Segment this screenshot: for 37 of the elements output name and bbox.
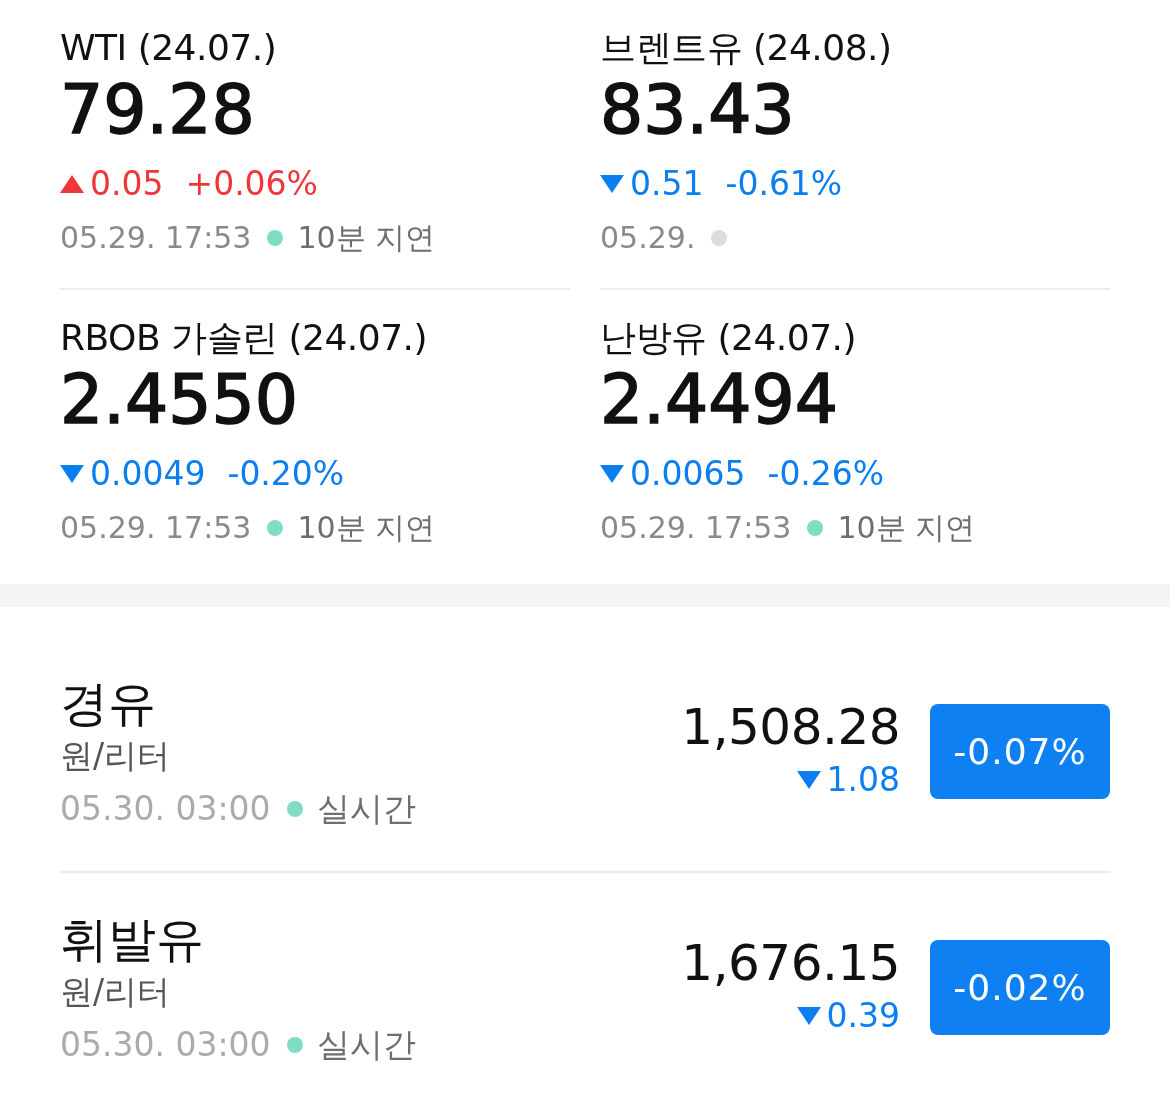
price-value: 79.28 xyxy=(60,72,256,148)
status-label: 실시간 xyxy=(316,788,416,830)
change-value: 0.0065 xyxy=(630,453,746,495)
status-label: 10분 지연 xyxy=(297,219,436,257)
price-value: 2.4550 xyxy=(60,362,299,438)
future-name: RBOB 가솔린 (24.07.) xyxy=(60,316,429,360)
change-value: 0.0049 xyxy=(90,453,206,495)
change-percent: -0.61% xyxy=(725,163,843,205)
update-time: 05.29. 17:53 xyxy=(60,219,252,257)
future-name: WTI (24.07.) xyxy=(60,26,278,70)
status-label: 실시간 xyxy=(316,1024,416,1066)
unit-label: 원/리터 xyxy=(60,971,172,1013)
future-name: 난방유 (24.07.) xyxy=(600,316,858,360)
status-label: 10분 지연 xyxy=(297,509,436,547)
price-value: 1,676.15 xyxy=(681,935,900,991)
change-value: 0.39 xyxy=(826,995,900,1037)
update-time: 05.30. 03:00 xyxy=(60,788,271,830)
change-value: 0.51 xyxy=(630,163,704,205)
update-time: 05.29. 17:53 xyxy=(60,509,252,547)
future-name: 브렌트유 (24.08.) xyxy=(600,26,893,70)
unit-label: 원/리터 xyxy=(60,735,172,777)
change-percent-badge: -0.07% xyxy=(930,704,1110,799)
price-value: 1,508.28 xyxy=(681,699,900,755)
status-label: 10분 지연 xyxy=(837,509,976,547)
change-value: 0.05 xyxy=(90,163,164,205)
change-percent: -0.20% xyxy=(227,453,345,495)
change-percent-badge: -0.02% xyxy=(930,940,1110,1035)
update-time: 05.29. 17:53 xyxy=(600,509,792,547)
price-value: 83.43 xyxy=(600,72,796,148)
fuel-name: 휘발유 xyxy=(60,911,205,967)
update-time: 05.29. xyxy=(600,219,696,257)
change-value: 1.08 xyxy=(826,759,900,801)
change-percent: -0.26% xyxy=(767,453,885,495)
price-value: 2.4494 xyxy=(600,362,839,438)
fuel-name: 경유 xyxy=(60,675,157,731)
update-time: 05.30. 03:00 xyxy=(60,1024,271,1066)
change-percent: +0.06% xyxy=(185,163,318,205)
